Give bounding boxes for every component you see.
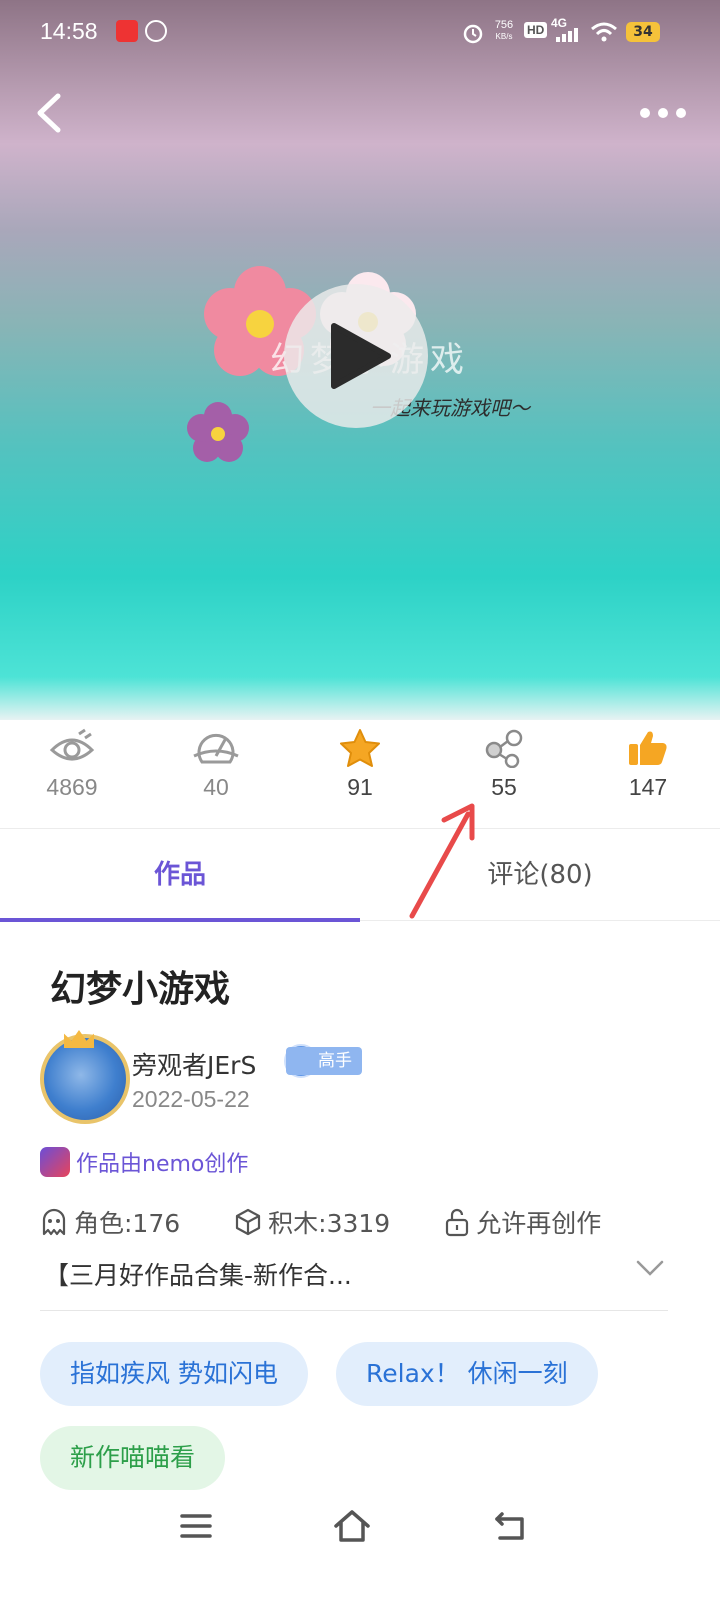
tag-chip[interactable]: 指如疾风 势如闪电 xyxy=(40,1342,308,1406)
status-time: 14:58 xyxy=(40,18,98,44)
signal-icon xyxy=(556,28,578,42)
chevron-down-icon[interactable] xyxy=(634,1256,666,1280)
expert-badge: 高手 xyxy=(286,1047,362,1075)
work-meta: 角色:176 积木:3319 允许再创作 xyxy=(40,1204,655,1240)
star-icon xyxy=(340,729,380,767)
favorite-count: 91 xyxy=(347,774,373,800)
made-by-label: 作品由nemo创作 xyxy=(76,1152,249,1177)
publish-date: 2022-05-22 xyxy=(132,1086,250,1112)
like-count: 147 xyxy=(628,774,668,800)
alarm-icon xyxy=(463,24,483,44)
divider xyxy=(40,1310,668,1311)
roles-count: 角色:176 xyxy=(74,1209,181,1238)
cube-icon xyxy=(236,1208,261,1236)
share-stat[interactable]: 55 xyxy=(444,716,564,801)
wifi-icon xyxy=(591,22,617,42)
eye-icon xyxy=(49,728,95,761)
more-menu-button[interactable] xyxy=(640,98,690,128)
unlock-icon xyxy=(446,1208,469,1237)
active-tab-indicator xyxy=(0,918,360,922)
work-title: 幻梦小游戏 xyxy=(50,969,231,1010)
app-notification-icon xyxy=(145,20,167,42)
blocks-info: 积木:3319 xyxy=(234,1204,390,1240)
share-count: 55 xyxy=(491,774,517,800)
tag-chip[interactable]: Relax！ 休闲一刻 xyxy=(336,1342,598,1406)
net-speed-unit: KB/s xyxy=(495,32,513,41)
back-arrow-icon[interactable] xyxy=(28,88,78,138)
gauge-icon xyxy=(193,733,239,764)
net-speed-value: 756 xyxy=(494,19,514,31)
work-description: 【三月好作品合集-新作合... xyxy=(44,1261,352,1290)
played-count: 40 xyxy=(203,774,229,800)
hd-icon: HD xyxy=(524,22,548,38)
views-stat: 4869 xyxy=(12,716,132,801)
tab-works[interactable]: 作品 xyxy=(0,830,360,920)
more-dot-icon xyxy=(676,108,686,118)
thumbs-up-icon xyxy=(629,731,667,765)
play-button[interactable] xyxy=(284,284,428,428)
played-stat: 40 xyxy=(156,716,276,801)
roles-info: 角色:176 xyxy=(40,1204,180,1240)
favorite-stat[interactable]: 91 xyxy=(300,716,420,801)
more-dot-icon xyxy=(658,108,668,118)
menu-icon[interactable] xyxy=(178,1508,214,1544)
more-dot-icon xyxy=(640,108,650,118)
news-app-icon xyxy=(116,20,138,42)
tag-chip[interactable]: 新作喵喵看 xyxy=(40,1426,226,1490)
made-by-nemo[interactable]: 作品由nemo创作 xyxy=(40,1146,248,1178)
nemo-app-icon xyxy=(40,1147,70,1177)
crown-icon xyxy=(64,1030,94,1048)
views-count: 4869 xyxy=(46,774,98,800)
ghost-icon xyxy=(42,1208,66,1236)
remix-permission: 允许再创作 xyxy=(476,1209,602,1238)
video-cover[interactable]: 14:58 756 KB/s HD 4G 34 一起来玩游戏吧～ xyxy=(0,0,720,720)
system-nav-bar xyxy=(0,1490,720,1600)
remix-info: 允许再创作 xyxy=(444,1204,601,1240)
battery-indicator: 34 xyxy=(626,22,660,42)
status-bar: 14:58 756 KB/s HD 4G 34 xyxy=(0,0,720,66)
play-icon xyxy=(331,323,391,389)
author-name[interactable]: 旁观者JErS xyxy=(132,1046,256,1082)
blocks-count: 积木:3319 xyxy=(268,1209,391,1238)
annotation-arrow-icon xyxy=(409,803,475,919)
detail-tabs: 作品 评论(80) xyxy=(0,830,720,922)
purple-flower-decoration xyxy=(187,402,249,462)
share-icon xyxy=(485,729,523,768)
back-icon[interactable] xyxy=(492,1508,528,1544)
like-stat[interactable]: 147 xyxy=(588,716,708,801)
home-icon[interactable] xyxy=(332,1508,372,1544)
stats-row: 4869 40 91 55 147 xyxy=(0,716,720,829)
